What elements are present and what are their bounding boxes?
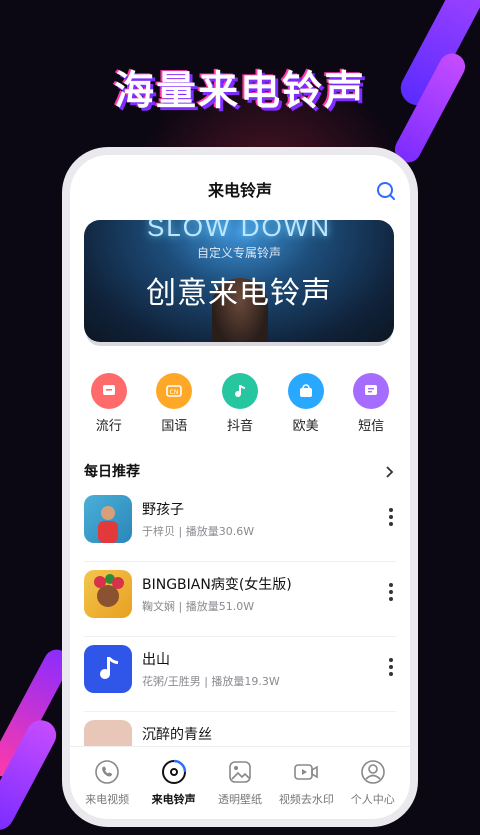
more-options-icon[interactable] (388, 507, 394, 527)
song-cover (84, 570, 132, 618)
category-sms[interactable]: 短信 (341, 373, 401, 443)
category-label: 流行 (95, 419, 122, 434)
app-screen: 来电铃声 SLOW DOWN 自定义专属铃声 创意来电铃声 流行 CN 国语 抖… (70, 155, 410, 819)
category-western[interactable]: 欧美 (276, 373, 336, 443)
category-douyin[interactable]: 抖音 (210, 373, 270, 443)
message-icon (90, 373, 127, 409)
song-meta: 鞠文娴 | 播放量51.0W (142, 600, 255, 613)
search-icon[interactable] (376, 181, 396, 201)
tab-call-video[interactable]: 来电视频 (75, 747, 139, 819)
tab-wallpaper[interactable]: 透明壁纸 (208, 747, 272, 819)
video-icon (294, 764, 319, 780)
tab-profile[interactable]: 个人中心 (341, 747, 405, 819)
banner-neon-text: SLOW DOWN (146, 220, 332, 242)
promo-headline: 海量来电铃声 (114, 68, 366, 114)
list-item[interactable]: 出山 花粥/王胜男 | 播放量19.3W (84, 637, 396, 712)
banner-title: 创意来电铃声 (146, 276, 332, 311)
list-item[interactable]: 野孩子 于梓贝 | 播放量30.6W (84, 487, 396, 562)
song-cover (84, 495, 132, 543)
top-bar: 来电铃声 (70, 177, 410, 205)
more-options-icon[interactable] (388, 657, 394, 677)
image-icon (229, 761, 251, 783)
song-title: BINGBIAN病变(女生版) (142, 577, 292, 593)
svg-text:CN: CN (170, 389, 179, 396)
tab-label: 个人中心 (350, 793, 395, 806)
phone-icon (95, 760, 119, 784)
category-mandarin[interactable]: CN 国语 (144, 373, 204, 443)
page-title: 来电铃声 (207, 181, 272, 200)
song-title: 野孩子 (142, 502, 184, 518)
disc-icon (161, 759, 186, 784)
music-note-icon (221, 373, 258, 409)
chevron-right-icon[interactable] (382, 465, 396, 479)
banner-subtitle: 自定义专属铃声 (196, 246, 281, 260)
category-label: 短信 (358, 419, 385, 434)
sms-icon (353, 373, 390, 409)
cn-icon: CN (156, 373, 193, 409)
list-item[interactable]: BINGBIAN病变(女生版) 鞠文娴 | 播放量51.0W (84, 562, 396, 637)
bag-icon (287, 373, 324, 409)
tab-label: 视频去水印 (278, 793, 334, 806)
song-meta: 花粥/王胜男 | 播放量19.3W (142, 675, 280, 688)
category-row: 流行 CN 国语 抖音 欧美 短信 (70, 373, 410, 443)
tab-label: 来电视频 (85, 793, 130, 806)
tab-label: 透明壁纸 (217, 793, 262, 806)
category-label: 抖音 (226, 419, 253, 434)
song-title: 出山 (142, 652, 170, 668)
tab-ringtone[interactable]: 来电铃声 (142, 747, 206, 819)
bottom-tab-bar: 来电视频 来电铃声 透明壁纸 视频去水印 个人中心 (70, 746, 410, 819)
category-label: 国语 (161, 419, 188, 434)
song-list: 野孩子 于梓贝 | 播放量30.6W BINGBIAN病变(女生版) 鞠文娴 |… (84, 487, 396, 787)
song-title: 沉醉的青丝 (142, 727, 212, 743)
tab-label: 来电铃声 (151, 793, 196, 806)
section-title: 每日推荐 (84, 464, 140, 480)
tab-watermark[interactable]: 视频去水印 (274, 747, 338, 819)
category-pop[interactable]: 流行 (79, 373, 139, 443)
user-icon (360, 760, 385, 784)
daily-recommend-header[interactable]: 每日推荐 (84, 461, 396, 483)
phone-frame: 来电铃声 SLOW DOWN 自定义专属铃声 创意来电铃声 流行 CN 国语 抖… (62, 147, 418, 827)
promo-banner[interactable]: SLOW DOWN 自定义专属铃声 创意来电铃声 (84, 220, 394, 342)
category-label: 欧美 (292, 419, 319, 434)
more-options-icon[interactable] (388, 582, 394, 602)
song-meta: 于梓贝 | 播放量30.6W (142, 525, 255, 538)
song-cover (84, 645, 132, 693)
